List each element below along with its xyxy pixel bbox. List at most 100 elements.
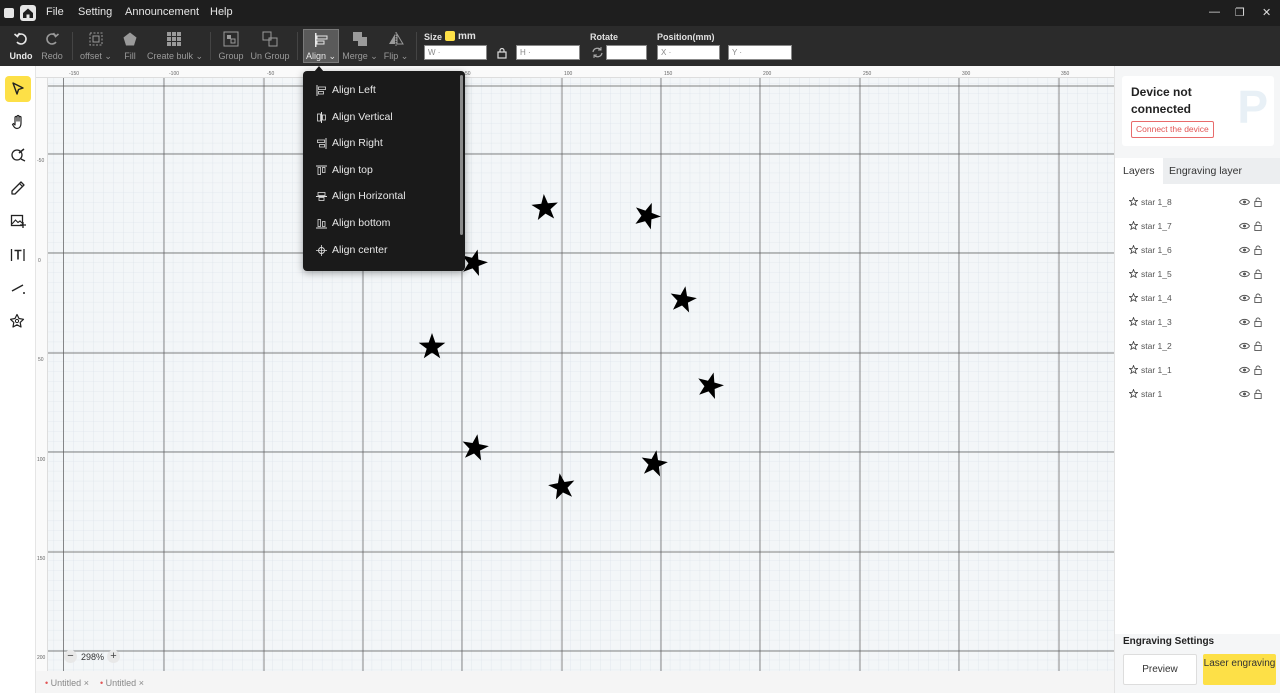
position-label: Position(mm) [657,32,715,42]
dropdown-scrollbar[interactable] [460,75,463,235]
lock-icon[interactable] [1254,365,1262,375]
restore-icon[interactable]: ❐ [1235,6,1245,19]
lock-icon[interactable] [1254,293,1262,303]
undo-button[interactable]: Undo [6,26,36,66]
ungroup-icon [262,31,278,47]
width-input[interactable]: W · [424,45,487,60]
lock-icon[interactable] [1254,245,1262,255]
lock-ratio-icon[interactable] [496,47,508,59]
group-button[interactable]: Group [217,26,245,66]
menu-help[interactable]: Help [210,6,233,18]
connect-device-button[interactable]: Connect the device [1131,121,1214,138]
minimize-icon[interactable]: — [1209,6,1220,18]
star-icon [1129,365,1138,374]
align-button[interactable]: Align ⌄ [303,29,339,63]
layer-name: star 1_7 [1141,221,1172,231]
text-tool[interactable] [5,242,31,268]
create-bulk-button[interactable]: Create bulk ⌄ [147,26,203,66]
align-center-icon [316,245,327,256]
laser-engraving-button[interactable]: Laser engraving [1203,654,1276,685]
lock-icon[interactable] [1254,221,1262,231]
lock-icon[interactable] [1254,197,1262,207]
zoom-out-button[interactable]: − [64,650,77,663]
merge-button[interactable]: Merge ⌄ [342,26,378,66]
layer-row[interactable]: star 1_1 [1115,360,1280,380]
menu-file[interactable]: File [46,6,64,18]
visibility-eye-icon[interactable] [1239,198,1250,206]
redo-icon [46,32,60,45]
device-logo-icon: P [1237,81,1268,133]
tab-layers[interactable]: Layers [1115,158,1163,184]
layer-name: star 1_4 [1141,293,1172,303]
size-unit: mm [458,31,476,42]
tab-engraving-layer[interactable]: Engraving layer [1161,158,1250,184]
x-input[interactable]: X · [657,45,720,60]
unit-toggle-icon[interactable] [445,31,455,41]
star-icon [1129,341,1138,350]
close-tab-icon[interactable]: × [84,678,89,688]
ruler-top: -150 -100 -50 0 50 100 150 200 250 300 3… [36,66,1114,78]
visibility-eye-icon[interactable] [1239,366,1250,374]
rotate-icon [592,47,603,58]
flip-icon [389,32,404,46]
magic-tool[interactable] [5,308,31,334]
lock-icon[interactable] [1254,269,1262,279]
star-icon [1129,197,1138,206]
menu-announcement[interactable]: Announcement [125,6,199,18]
shape-tool[interactable] [5,142,31,168]
layer-row[interactable]: star 1_3 [1115,312,1280,332]
device-status: Device not connected [1131,85,1192,116]
visibility-eye-icon[interactable] [1239,246,1250,254]
line-tool[interactable] [5,275,31,301]
align-top-icon [316,165,327,175]
layer-row[interactable]: star 1_6 [1115,240,1280,260]
zoom-control: − 298% + [64,649,122,665]
redo-button[interactable]: Redo [37,26,67,66]
y-input[interactable]: Y · [728,45,792,60]
image-add-icon [10,214,26,228]
pan-tool[interactable] [5,109,31,135]
fill-button[interactable]: Fill [118,26,142,66]
document-tab[interactable]: • Untitled × [100,675,144,691]
layer-row[interactable]: star 1 [1115,384,1280,404]
layer-row[interactable]: star 1_2 [1115,336,1280,356]
layer-row[interactable]: star 1_5 [1115,264,1280,284]
menu-setting[interactable]: Setting [78,6,112,18]
visibility-eye-icon[interactable] [1239,270,1250,278]
visibility-eye-icon[interactable] [1239,222,1250,230]
layer-name: star 1_1 [1141,365,1172,375]
visibility-eye-icon[interactable] [1239,390,1250,398]
visibility-eye-icon[interactable] [1239,318,1250,326]
toolbar-separator [210,32,211,60]
select-tool[interactable] [5,76,31,102]
line-icon [11,284,25,294]
offset-button[interactable]: offset ⌄ [78,26,114,66]
lock-icon[interactable] [1254,317,1262,327]
layer-row[interactable]: star 1_7 [1115,216,1280,236]
image-tool[interactable] [5,208,31,234]
lock-icon[interactable] [1254,389,1262,399]
ruler-left: -50 0 50 100 150 200 [36,78,48,671]
merge-icon [353,32,367,46]
pencil-tool[interactable] [5,175,31,201]
close-tab-icon[interactable]: × [139,678,144,688]
align-bottom-icon [316,219,327,229]
right-panel: P Device not connected Connect the devic… [1114,66,1280,693]
flip-button[interactable]: Flip ⌄ [383,26,409,66]
layer-row[interactable]: star 1_4 [1115,288,1280,308]
height-input[interactable]: H · [516,45,580,60]
rotate-input[interactable] [606,45,647,60]
document-tab[interactable]: • Untitled × [45,675,89,691]
layer-row[interactable]: star 1_8 [1115,192,1280,212]
close-icon[interactable]: ✕ [1262,6,1271,19]
visibility-eye-icon[interactable] [1239,294,1250,302]
app-logo-icon [4,8,14,18]
home-icon[interactable] [20,5,36,21]
lock-icon[interactable] [1254,341,1262,351]
undo-icon [13,32,27,45]
preview-button[interactable]: Preview [1123,654,1197,685]
zoom-in-button[interactable]: + [107,650,120,663]
ungroup-button[interactable]: Un Group [250,26,290,66]
visibility-eye-icon[interactable] [1239,342,1250,350]
design-canvas[interactable] [36,66,1114,671]
